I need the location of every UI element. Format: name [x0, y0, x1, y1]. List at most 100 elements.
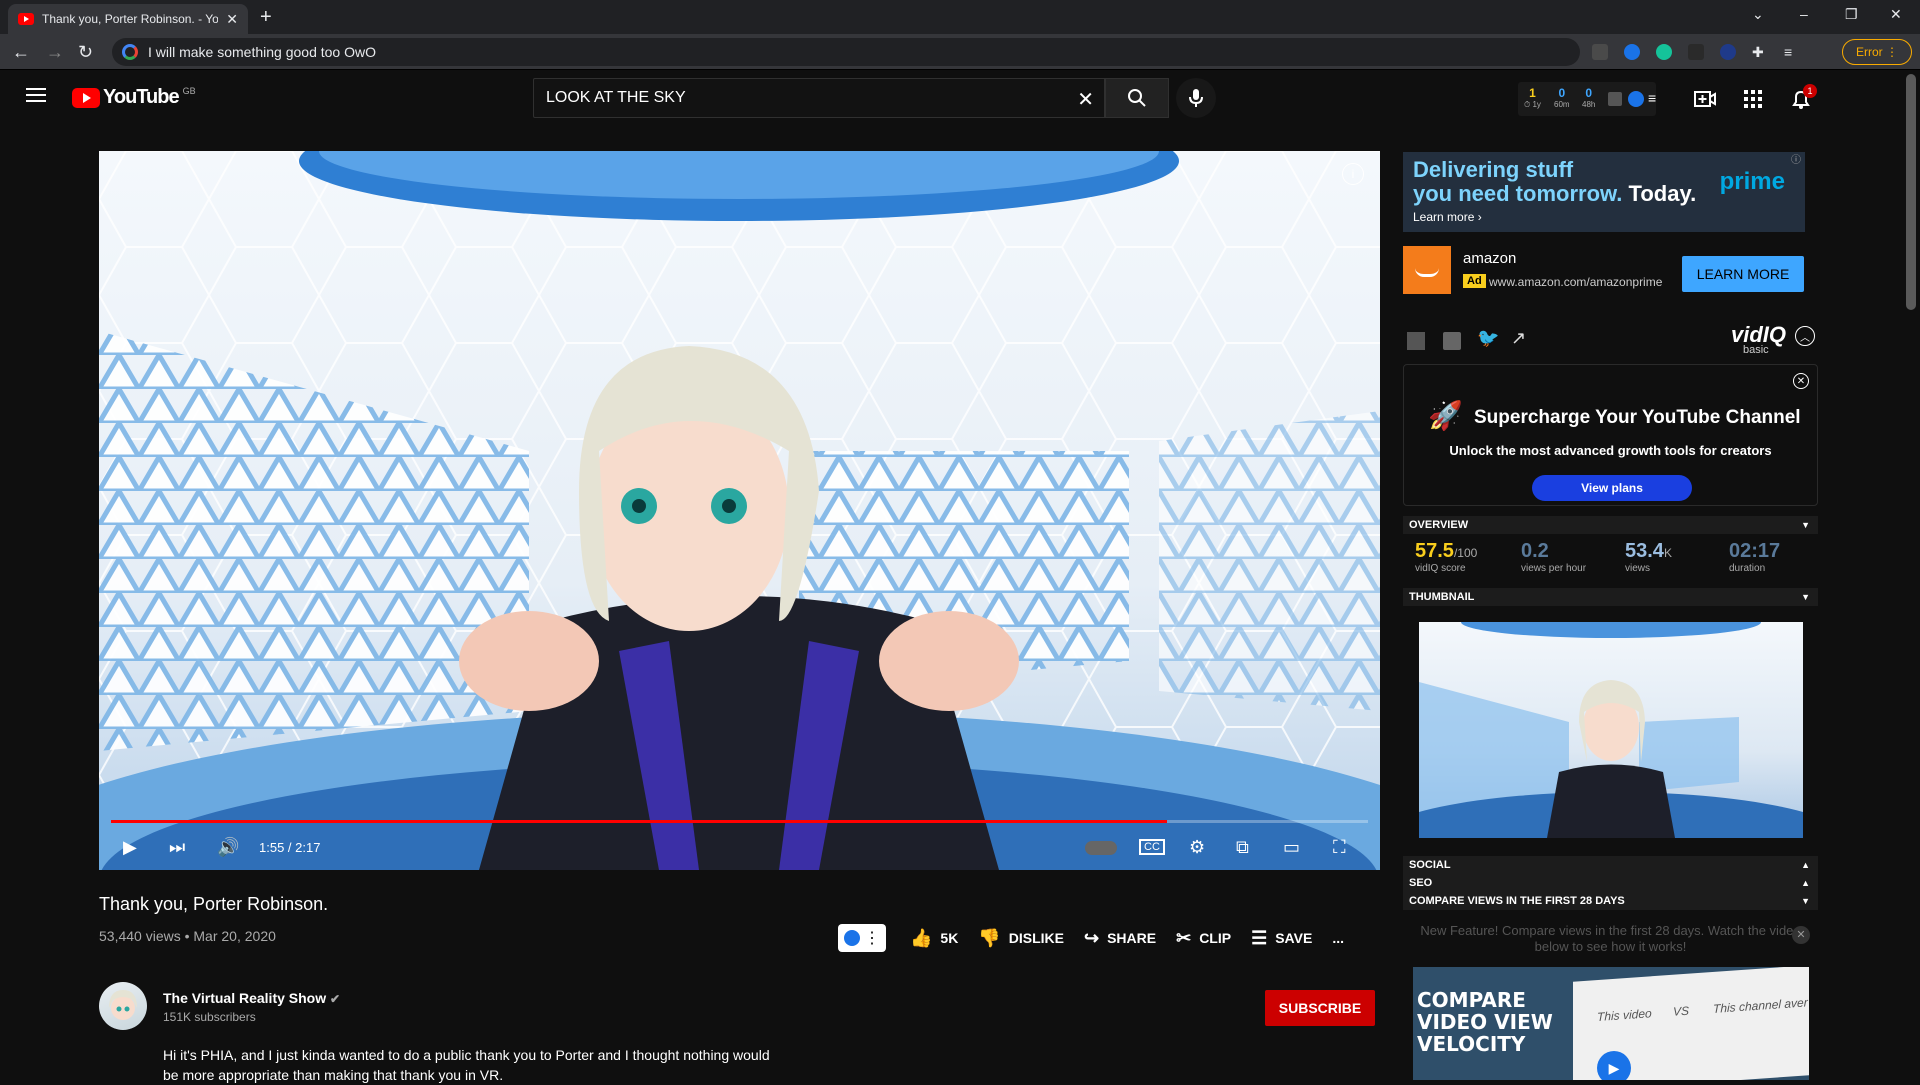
play-icon[interactable]: ▶	[123, 837, 137, 858]
vidiq-action-button[interactable]: ⋮	[838, 924, 886, 952]
settings-gear-icon[interactable]: ⚙	[1189, 837, 1205, 858]
save-button[interactable]: ☰ SAVE	[1251, 928, 1312, 949]
more-actions-button[interactable]: ...	[1332, 930, 1344, 946]
section-compare-label: COMPARE VIEWS IN THE FIRST 28 DAYS	[1409, 895, 1625, 907]
search-input[interactable]: LOOK AT THE SKY ✕	[533, 78, 1105, 118]
create-video-icon[interactable]	[1694, 88, 1716, 110]
apps-grid-icon[interactable]	[1742, 88, 1764, 110]
youtube-logo[interactable]: YouTube GB	[72, 86, 196, 109]
section-thumbnail-header[interactable]: THUMBNAIL ▼	[1403, 588, 1818, 606]
captions-icon[interactable]: CC	[1139, 839, 1165, 855]
compare-velocity-video[interactable]: This video VS This channel aver COMPARE …	[1413, 967, 1809, 1080]
youtube-wordmark: YouTube	[103, 86, 180, 108]
info-icon[interactable]: i	[1342, 163, 1364, 185]
theater-mode-icon[interactable]: ▭	[1283, 837, 1300, 858]
player-controls: ▶ ⏭ 🔊 1:55 / 2:17 CC ⚙ ⧉ ▭ ⛶	[99, 827, 1380, 870]
share-button[interactable]: ↪ SHARE	[1084, 928, 1156, 949]
section-seo-label: SEO	[1409, 877, 1433, 889]
media-controls-icon[interactable]: ≡	[1784, 44, 1800, 60]
section-seo-header[interactable]: SEO ▲	[1403, 874, 1818, 892]
profile-error-button[interactable]: Error ⋮	[1842, 39, 1912, 65]
restore-icon[interactable]: ❐	[1845, 6, 1858, 23]
section-overview-header[interactable]: OVERVIEW ▼	[1403, 516, 1818, 534]
ad-info-icon[interactable]: ⓘ	[1791, 151, 1801, 166]
facebook-extension-icon[interactable]	[1592, 44, 1608, 60]
reload-icon[interactable]: ↻	[78, 42, 93, 63]
browser-tab-strip: Thank you, Porter Robinson. - YouTube ✕ …	[0, 0, 1920, 34]
ad-headline-3: Today.	[1628, 181, 1697, 206]
video-player[interactable]: i ▶ ⏭ 🔊 1:55 / 2:17 CC ⚙ ⧉ ▭ ⛶	[99, 151, 1380, 870]
forward-icon[interactable]: →	[46, 42, 64, 63]
region-label: GB	[182, 85, 196, 96]
search-button[interactable]	[1105, 78, 1169, 118]
section-social-header[interactable]: SOCIAL ▲	[1403, 856, 1818, 874]
advertiser-url: www.amazon.com/amazonprime	[1489, 275, 1663, 289]
collapse-chevron-icon[interactable]: ︿	[1795, 326, 1815, 346]
like-button[interactable]: 👍 5K	[910, 928, 958, 949]
vidiq-logo-icon	[844, 930, 860, 946]
stat-48h: 0 48h	[1582, 86, 1596, 109]
views-per-hour: 0.2 views per hour	[1521, 540, 1587, 574]
save-label: SAVE	[1275, 930, 1313, 946]
bar-chart-icon[interactable]	[1443, 332, 1461, 350]
extension-icon[interactable]	[1720, 44, 1736, 60]
address-bar[interactable]: I will make something good too OwO	[112, 38, 1580, 66]
tab-search-icon[interactable]: ⌄	[1752, 6, 1764, 23]
puzzle-extensions-icon[interactable]: ✚	[1752, 44, 1768, 60]
close-icon[interactable]: ✕	[1792, 926, 1810, 944]
vidiq-extension-icon[interactable]	[1624, 44, 1640, 60]
page-scrollbar[interactable]	[1906, 74, 1916, 310]
back-icon[interactable]: ←	[12, 42, 30, 63]
minimize-icon[interactable]: –	[1800, 6, 1808, 22]
play-icon[interactable]: ▶	[1597, 1051, 1631, 1080]
close-tab-icon[interactable]: ✕	[226, 11, 238, 28]
notification-count-badge: 1	[1803, 84, 1817, 98]
new-feature-notice: New Feature! Compare views in the first …	[1403, 923, 1818, 955]
video-thumbnail[interactable]	[1419, 622, 1803, 838]
grid-view-icon[interactable]	[1407, 332, 1425, 350]
menu-icon[interactable]	[26, 88, 46, 102]
vidiq-realtime-stats[interactable]: 1 ⏱ 1y 0 60m 0 48h ≡	[1518, 82, 1656, 116]
new-extension-icon[interactable]	[1688, 44, 1704, 60]
ad-banner[interactable]: Delivering stuff you need tomorrow. Toda…	[1403, 152, 1805, 232]
chevron-up-icon: ▲	[1801, 878, 1810, 888]
section-compare-header[interactable]: COMPARE VIEWS IN THE FIRST 28 DAYS ▼	[1403, 892, 1818, 910]
address-text: I will make something good too OwO	[148, 44, 376, 60]
close-icon[interactable]: ✕	[1793, 373, 1809, 389]
voice-search-button[interactable]	[1176, 78, 1216, 118]
like-count: 5K	[940, 930, 959, 946]
browser-tab[interactable]: Thank you, Porter Robinson. - YouTube ✕	[8, 4, 248, 34]
video-description: Hi it's PHIA, and I just kinda wanted to…	[163, 1047, 770, 1083]
search-value: LOOK AT THE SKY	[546, 89, 686, 106]
clip-button[interactable]: ✂ CLIP	[1176, 928, 1231, 949]
new-tab-button[interactable]: +	[260, 6, 272, 29]
autoplay-toggle[interactable]	[1085, 841, 1117, 855]
trending-icon[interactable]: ↗	[1511, 328, 1526, 349]
clear-search-icon[interactable]: ✕	[1077, 87, 1094, 112]
miniplayer-icon[interactable]: ⧉	[1236, 837, 1249, 858]
channel-avatar-image	[109, 990, 137, 1020]
learn-more-button[interactable]: LEARN MORE	[1682, 256, 1804, 292]
cv-this-video-label: This video	[1597, 1006, 1652, 1025]
fullscreen-icon[interactable]: ⛶	[1333, 837, 1346, 858]
twitter-icon[interactable]: 🐦	[1477, 328, 1499, 349]
channel-name-text: The Virtual Reality Show	[163, 990, 327, 1006]
grammarly-extension-icon[interactable]	[1656, 44, 1672, 60]
avatar[interactable]	[99, 982, 147, 1030]
view-plans-button[interactable]: View plans	[1532, 475, 1692, 501]
time-display: 1:55 / 2:17	[259, 840, 321, 855]
dislike-label: DISLIKE	[1008, 930, 1064, 946]
cv-vs-label: VS	[1673, 1003, 1690, 1019]
channel-name[interactable]: The Virtual Reality Show ✔	[163, 990, 340, 1006]
dislike-button[interactable]: 👎 DISLIKE	[978, 928, 1064, 949]
progress-bar[interactable]	[111, 820, 1368, 823]
volume-icon[interactable]: 🔊	[217, 837, 239, 858]
chevron-up-icon: ▲	[1801, 860, 1810, 870]
close-window-icon[interactable]: ✕	[1890, 6, 1902, 23]
thumbs-down-icon: 👎	[978, 927, 1001, 948]
share-arrow-icon: ↪	[1083, 927, 1100, 948]
ad-learn-more-link[interactable]: Learn more ›	[1413, 210, 1795, 224]
video-frame	[99, 151, 1380, 870]
next-icon[interactable]: ⏭	[169, 837, 185, 858]
subscribe-button[interactable]: SUBSCRIBE	[1265, 990, 1375, 1026]
